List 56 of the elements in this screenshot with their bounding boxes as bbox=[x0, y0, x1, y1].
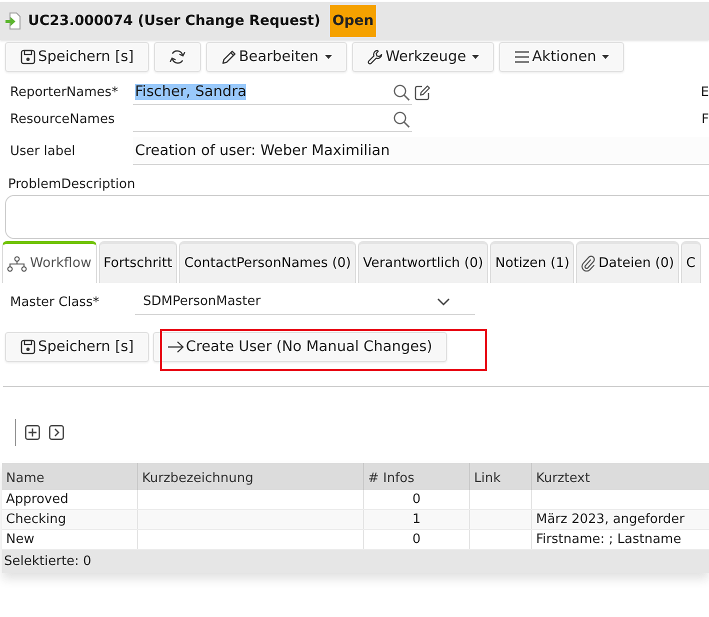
pencil-icon bbox=[220, 49, 237, 65]
save-icon bbox=[20, 339, 36, 355]
tab[interactable]: Fortschritt bbox=[98, 241, 178, 283]
wrench-icon bbox=[366, 48, 384, 66]
field-label: E bbox=[700, 85, 709, 100]
table-cell: Approved bbox=[2, 490, 138, 509]
table-cell: Checking bbox=[2, 510, 138, 529]
table-cell-text: Firstname: ; Lastname bbox=[535, 531, 682, 549]
tab[interactable]: Verantwortlich (0) bbox=[358, 241, 488, 283]
tab[interactable]: Workflow bbox=[2, 241, 96, 283]
status-badge: Open bbox=[330, 5, 376, 37]
create-user-button[interactable]: Create User (No Manual Changes) bbox=[152, 332, 448, 362]
chevron-box-icon[interactable] bbox=[49, 425, 64, 440]
field-label: Master Class* bbox=[10, 294, 100, 310]
selection-count: Selektierte: 0 bbox=[2, 550, 709, 573]
tab[interactable]: Dateien (0) bbox=[576, 241, 680, 283]
field-label: User label bbox=[10, 144, 76, 158]
save-button[interactable]: Speichern [s] bbox=[5, 42, 149, 72]
refresh-button[interactable] bbox=[154, 42, 201, 72]
document-arrow-icon bbox=[5, 12, 21, 30]
column-header[interactable]: Kurztext bbox=[532, 463, 709, 490]
save-button[interactable]: Speichern [s] bbox=[5, 332, 149, 362]
refresh-icon bbox=[168, 49, 186, 65]
nodes-icon bbox=[7, 256, 27, 272]
plus-box-icon[interactable] bbox=[25, 425, 40, 440]
column-header[interactable]: # Infos bbox=[364, 463, 470, 490]
field-label: ReporterNames* bbox=[10, 85, 120, 100]
save-icon bbox=[20, 49, 36, 65]
field-label: ResourceNames bbox=[10, 112, 116, 127]
table-cell: New bbox=[2, 530, 138, 549]
tools-menu-button[interactable]: Werkzeuge bbox=[352, 42, 494, 72]
table-cell: 1 bbox=[364, 510, 470, 529]
lookup-field[interactable]: Fischer, Sandra bbox=[133, 80, 412, 104]
arrow-right-icon bbox=[168, 341, 184, 353]
field-label: F bbox=[702, 112, 709, 127]
field-label: ProblemDescription bbox=[8, 177, 136, 192]
menu-icon bbox=[514, 50, 530, 64]
paperclip-icon bbox=[581, 255, 596, 272]
column-header[interactable]: Link bbox=[470, 463, 532, 490]
edit-menu-button[interactable]: Bearbeiten bbox=[206, 42, 346, 72]
edit-icon[interactable] bbox=[414, 84, 431, 101]
description-field[interactable] bbox=[5, 195, 709, 239]
table-cell-text: März 2023, angeforder bbox=[535, 511, 686, 529]
column-header[interactable]: Name bbox=[2, 463, 138, 490]
actions-menu-button[interactable]: Aktionen bbox=[499, 42, 624, 72]
table-cell: 0 bbox=[364, 530, 470, 549]
record-title: UC23.000074 (User Change Request) bbox=[28, 13, 320, 29]
table-cell: 0 bbox=[364, 490, 470, 509]
tab[interactable]: C bbox=[681, 241, 700, 283]
master-class-select[interactable]: SDMPersonMaster bbox=[135, 289, 475, 315]
tab[interactable]: Notizen (1) bbox=[490, 241, 574, 283]
tab[interactable]: ContactPersonNames (0) bbox=[179, 241, 356, 283]
column-header[interactable]: Kurzbezeichnung bbox=[138, 463, 364, 490]
search-icon[interactable] bbox=[393, 110, 410, 128]
search-icon[interactable] bbox=[393, 84, 410, 100]
chevron-down-icon[interactable] bbox=[437, 298, 450, 306]
